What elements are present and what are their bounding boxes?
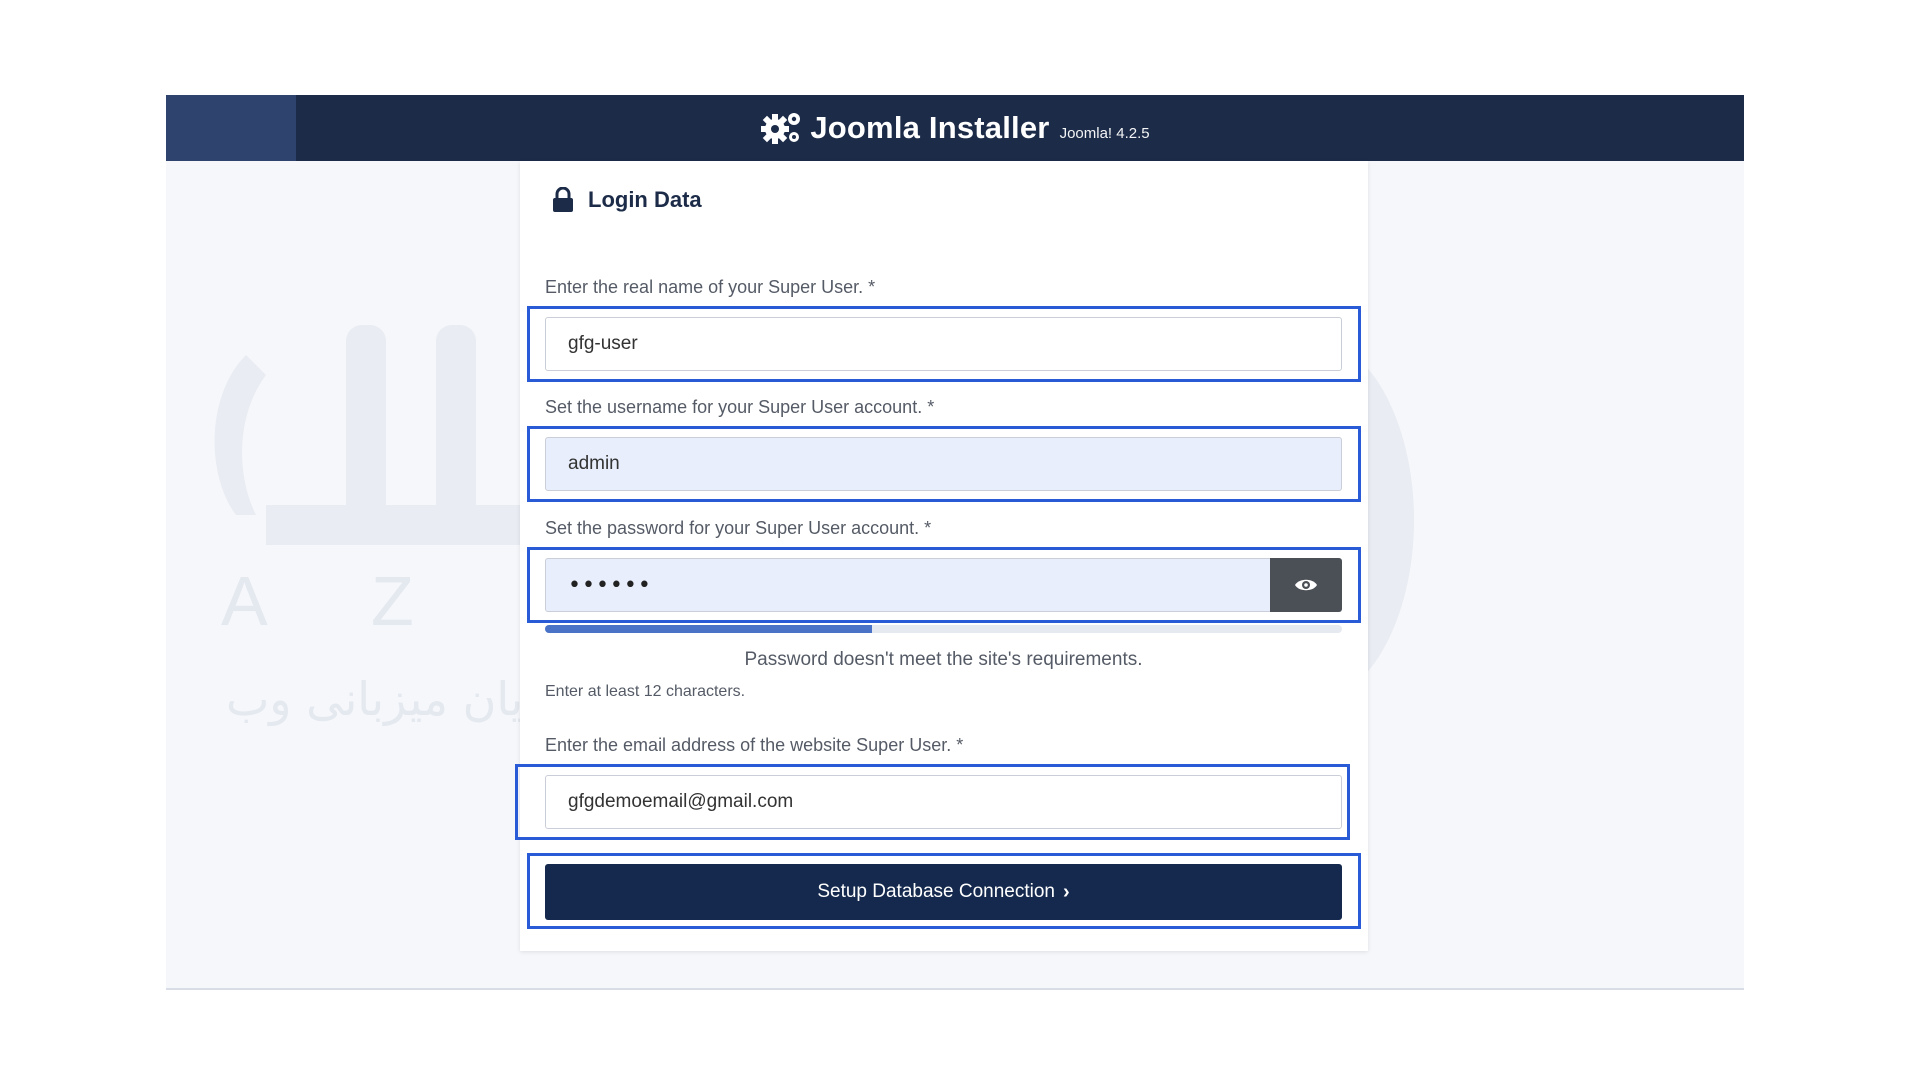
app-header: Joomla Installer Joomla! 4.2.5 (166, 95, 1744, 161)
app-title: Joomla Installer (810, 110, 1050, 145)
login-data-card: Login Data Enter the real name of your S… (515, 161, 1368, 951)
username-label: Set the username for your Super User acc… (545, 397, 935, 417)
password-strength-meter (545, 625, 1342, 633)
installer-window: A Z A R S Y S سرعت بی‌پایان میزبانی وب (166, 95, 1744, 990)
password-group (545, 558, 1342, 612)
email-label: Enter the email address of the website S… (545, 735, 964, 755)
chevron-right-icon: › (1063, 880, 1070, 903)
submit-label: Setup Database Connection (817, 881, 1055, 902)
app-version: Joomla! 4.2.5 (1059, 124, 1150, 142)
gears-icon (761, 113, 801, 144)
eye-icon (1295, 579, 1317, 591)
section-header: Login Data (552, 187, 702, 213)
header-title-group: Joomla Installer Joomla! 4.2.5 (166, 95, 1744, 161)
password-warning: Password doesn't meet the site's require… (744, 649, 1143, 670)
username-input[interactable] (545, 437, 1342, 491)
password-hint: Enter at least 12 characters. (545, 683, 746, 700)
password-strength-fill (545, 625, 872, 633)
watermark-letter: A (221, 562, 268, 640)
real-name-input[interactable] (545, 317, 1342, 371)
setup-database-connection-button[interactable]: Setup Database Connection › (545, 864, 1342, 920)
real-name-label: Enter the real name of your Super User. … (545, 277, 876, 297)
email-input[interactable] (545, 775, 1342, 829)
password-input[interactable] (545, 558, 1270, 612)
section-title: Login Data (588, 187, 702, 212)
password-label: Set the password for your Super User acc… (545, 518, 932, 538)
show-password-button[interactable] (1270, 558, 1342, 612)
lock-icon (553, 187, 573, 212)
watermark-letter: Z (371, 562, 414, 640)
